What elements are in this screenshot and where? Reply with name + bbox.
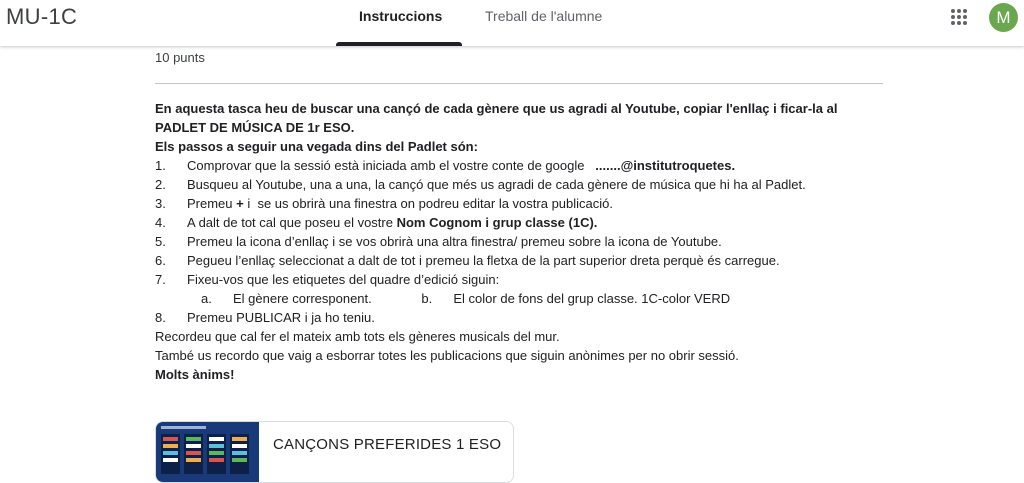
divider: [155, 83, 883, 84]
user-avatar[interactable]: M: [989, 3, 1018, 32]
step-number: 8.: [155, 310, 166, 325]
outro-text-1: Recordeu que cal fer el mateix amb tots …: [155, 329, 560, 344]
step-text: Premeu la icona d’enllaç i se vos obrirà…: [187, 234, 722, 249]
step-8: 8. Premeu PUBLICAR i ja ho teniu.: [155, 308, 885, 327]
outro-bold-text: Molts ànims!: [155, 367, 235, 382]
intro-text: En aquesta tasca heu de buscar una cançó…: [155, 101, 838, 116]
substep-text: El gènere corresponent.: [233, 291, 372, 306]
plus-symbol: +: [236, 196, 244, 211]
step-7: 7. Fixeu-vos que les etiquetes del quadre…: [155, 270, 885, 289]
tab-student-work[interactable]: Treball de l'alumne: [485, 8, 602, 24]
substep-a: a. El gènere corresponent.: [155, 289, 372, 308]
step-text: Premeu PUBLICAR i ja ho teniu.: [187, 310, 375, 325]
step-number: 7.: [155, 272, 166, 287]
step-number: 5.: [155, 234, 166, 249]
assignment-description: En aquesta tasca heu de buscar una cançó…: [155, 99, 885, 384]
step-text: Premeu: [187, 196, 237, 211]
step-text: Pegueu l’enllaç seleccionat a dalt de to…: [187, 253, 780, 268]
step-6: 6. Pegueu l’enllaç seleccionat a dalt de …: [155, 251, 885, 270]
active-tab-indicator: [336, 42, 462, 46]
step-number: 4.: [155, 215, 166, 230]
step-3: 3. Premeu + i se us obrirà una finestra o…: [155, 194, 885, 213]
tab-instructions[interactable]: Instruccions: [359, 8, 442, 24]
step-text: Busqueu al Youtube, una a una, la cançó …: [187, 177, 806, 192]
apps-grid-icon[interactable]: [950, 8, 968, 26]
course-title[interactable]: MU-1C: [6, 4, 77, 30]
points-label: 10 punts: [155, 50, 205, 65]
step-4: 4. A dalt de tot cal que poseu el vostre …: [155, 213, 885, 232]
step-number: 2.: [155, 177, 166, 192]
attachment-thumbnail: [156, 422, 259, 482]
step-text: i se us obrirà una finestra on podreu ed…: [243, 196, 613, 211]
steps-heading: Els passos a seguir una vegada dins del …: [155, 139, 478, 154]
substep-text: El color de fons del grup classe. 1C-col…: [453, 291, 731, 306]
substep-letter: b.: [421, 291, 433, 306]
attachment-card[interactable]: CANÇONS PREFERIDES 1 ESO: [155, 421, 514, 483]
substep-b: b. El color de fons del grup classe. 1C-c…: [375, 289, 730, 308]
step-1: 1. Comprovar que la sessió està iniciada …: [155, 156, 885, 175]
step-number: 1.: [155, 158, 166, 173]
substep-letter: a.: [201, 291, 212, 306]
attachment-title[interactable]: CANÇONS PREFERIDES 1 ESO: [273, 436, 501, 453]
outro-text-2: També us recordo que vaig a esborrar tot…: [155, 348, 739, 363]
step-2: 2. Busqueu al Youtube, una a una, la canç…: [155, 175, 885, 194]
step-number: 3.: [155, 196, 166, 211]
step-text: Comprovar que la sessió està iniciada am…: [187, 158, 585, 173]
intro-text-2: PADLET DE MÚSICA DE 1r ESO.: [155, 120, 355, 135]
step-text: Fixeu-vos que les etiquetes del quadre d…: [187, 272, 500, 287]
step-text: A dalt de tot cal que poseu el vostre: [187, 215, 397, 230]
step-strong: Nom Cognom i grup classe (1C).: [396, 215, 598, 230]
step-strong: .......@institutroquetes.: [584, 158, 736, 173]
step-5: 5. Premeu la icona d’enllaç i se vos obri…: [155, 232, 885, 251]
step-number: 6.: [155, 253, 166, 268]
top-app-bar: MU-1C Instruccions Treball de l'alumne M: [0, 0, 1024, 46]
